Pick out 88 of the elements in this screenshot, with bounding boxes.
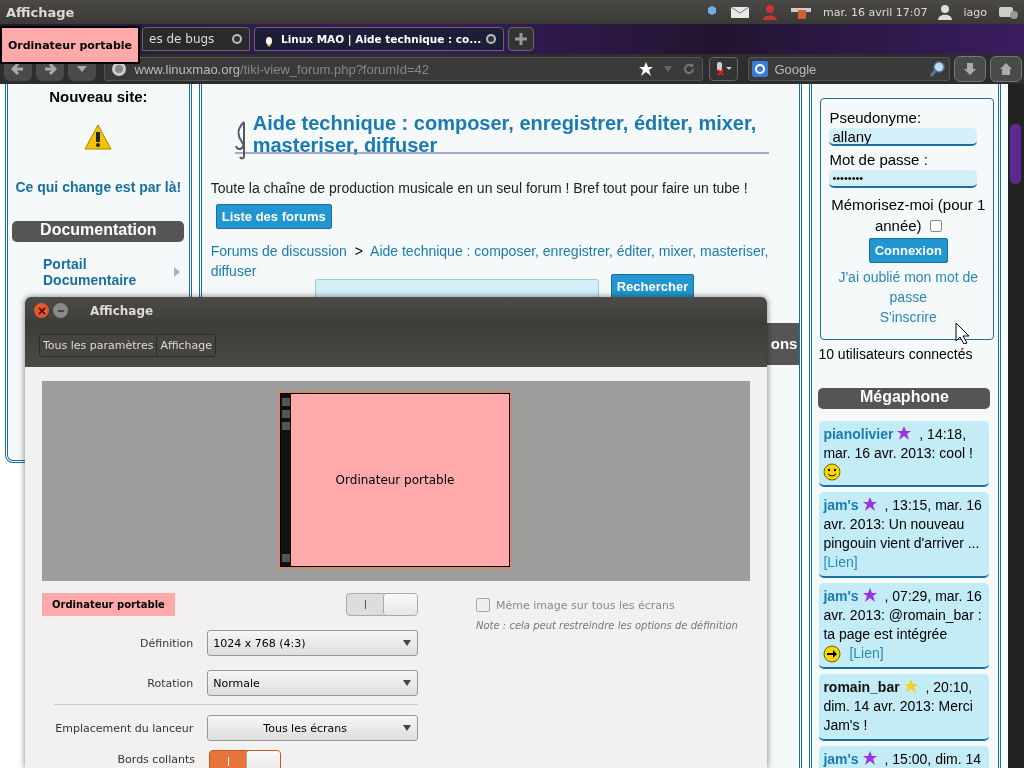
launcher-icon xyxy=(281,394,291,566)
field-label: Mot de passe : xyxy=(829,151,928,168)
author-link[interactable]: jam's xyxy=(823,588,859,604)
forum-list-button[interactable]: Liste des forums xyxy=(215,204,332,229)
author-link[interactable]: pianolivier xyxy=(823,426,894,442)
google-icon xyxy=(752,61,769,77)
display-label: Ordinateur portable xyxy=(42,593,175,616)
message-text: jam's , 13:15, mar. 16 avr. 2013: Un nouveau pingouin vient d'arriver ... xyxy=(823,496,983,553)
monitor-label: Ordinateur portable xyxy=(334,473,456,487)
microphone-icon xyxy=(714,61,733,77)
mail-icon xyxy=(729,5,750,19)
warning-icon xyxy=(84,123,113,151)
link[interactable]: Ce qui change est par là! xyxy=(15,179,182,195)
star-icon xyxy=(637,61,654,77)
link[interactable]: J'ai oublié mon mot de passe xyxy=(830,267,986,307)
field-label: Définition xyxy=(139,636,194,650)
new-tab-button[interactable] xyxy=(508,27,534,51)
minimize-button[interactable] xyxy=(53,303,68,318)
caret-icon xyxy=(403,725,411,731)
field-label: Pseudonyme: xyxy=(829,109,922,126)
display-name-tooltip: Ordinateur portable xyxy=(0,26,140,64)
section-heading: Mégaphone xyxy=(818,388,991,409)
dropdown[interactable]: Normale xyxy=(207,670,418,696)
search-bar[interactable]: Google xyxy=(748,57,951,81)
password-field[interactable]: •••••••• xyxy=(829,170,978,188)
monitor-drawing[interactable]: Ordinateur portable xyxy=(280,393,510,567)
link[interactable]: S'inscrire xyxy=(830,307,986,327)
download-button[interactable] xyxy=(954,56,987,82)
page-title: Aide technique : composer, enregistrer, éditer, mixer, masteriser, diffuser xyxy=(252,112,758,156)
scrollbar[interactable] xyxy=(1008,84,1024,768)
browser-tab[interactable]: Linux MAO | Aide technique : co... xyxy=(254,27,504,51)
app-title: Affichage xyxy=(6,4,75,20)
window-title: Affichage xyxy=(90,303,154,318)
username-field[interactable]: allany xyxy=(829,128,978,146)
reload-icon xyxy=(681,62,696,76)
author-link[interactable]: jam's xyxy=(823,497,859,513)
forward-icon xyxy=(42,62,57,76)
dropdown[interactable]: Tous les écrans xyxy=(207,715,418,741)
message-text: jam's , 15:00, dim. 14 xyxy=(823,750,983,768)
message-text: romain_bar , 20:10, dim. 14 avr. 2013: Merci Jam's ! xyxy=(823,678,974,735)
close-button[interactable] xyxy=(34,303,49,318)
author-name: romain_bar xyxy=(823,679,900,695)
browser-tab[interactable]: es de bugs xyxy=(142,27,250,51)
note-text: Note : cela peut restreindre les options de définition xyxy=(476,620,738,631)
checkbox-label: année) xyxy=(874,216,922,236)
address-field[interactable]: www.linuxmao.org/tiki-view_forum.php?forumId=42 xyxy=(103,57,703,81)
breadcrumb-button[interactable]: Affichage xyxy=(157,335,216,356)
login-button[interactable]: Connexion xyxy=(868,238,948,263)
scrollbar-thumb[interactable] xyxy=(1010,124,1022,184)
message-text: pianolivier , 14:18, mar. 16 avr. 2013: cool ! xyxy=(823,425,974,463)
author-link[interactable]: jam's xyxy=(823,751,859,767)
home-icon xyxy=(999,62,1014,76)
penguin-icon xyxy=(261,31,277,47)
user-name: iago xyxy=(963,5,987,19)
user-icon xyxy=(938,4,953,20)
clock: mar. 16 avril 17:07 xyxy=(822,5,928,19)
caret-icon xyxy=(403,680,411,686)
heading: Nouveau site: xyxy=(49,88,148,105)
dropdown[interactable]: 1024 x 768 (4:3) xyxy=(207,630,418,656)
search-icon xyxy=(930,61,947,77)
breadcrumb-button[interactable]: Tous les paramètres xyxy=(40,335,158,356)
home-button[interactable] xyxy=(990,56,1023,82)
arrow-icon xyxy=(172,266,181,278)
figure-icon xyxy=(760,3,779,21)
link[interactable]: [Lien] xyxy=(849,644,884,663)
field-label: Bords collants xyxy=(116,753,195,766)
url-text: www.linuxmao.org/tiki-view_forum.php?forumId=42 xyxy=(134,61,430,77)
search-field[interactable] xyxy=(314,279,599,299)
caret-icon xyxy=(403,640,411,646)
search-button[interactable]: Rechercher xyxy=(610,274,695,299)
section-heading: Documentation xyxy=(12,221,185,242)
field-label: Rotation xyxy=(146,676,194,690)
checkbox-label: Même image sur tous les écrans xyxy=(496,598,675,612)
description: Toute la chaîne de production musicale en un seul forum ! Bref tout pour faire un tube ! xyxy=(210,180,749,196)
mouse-pointer-icon xyxy=(955,322,969,344)
microphone-button[interactable] xyxy=(708,57,739,81)
message-text: jam's , 07:29, mar. 16 avr. 2013: @romain_bar : ta page est intégrée xyxy=(823,587,983,644)
search-field[interactable]: Google xyxy=(772,60,927,78)
checkbox[interactable] xyxy=(929,219,942,232)
download-icon xyxy=(963,62,978,76)
sidebar-link[interactable]: Portail Documentaire xyxy=(43,256,153,288)
link[interactable]: [Lien] xyxy=(823,553,858,572)
plus-icon xyxy=(514,32,528,46)
back-icon xyxy=(10,62,25,76)
toggle-switch[interactable] xyxy=(209,750,281,768)
smiley-icon xyxy=(823,463,842,481)
field-label: Emplacement du lanceur xyxy=(54,721,194,735)
checkbox-label: Mémorisez-moi (pour 1 xyxy=(831,195,986,215)
